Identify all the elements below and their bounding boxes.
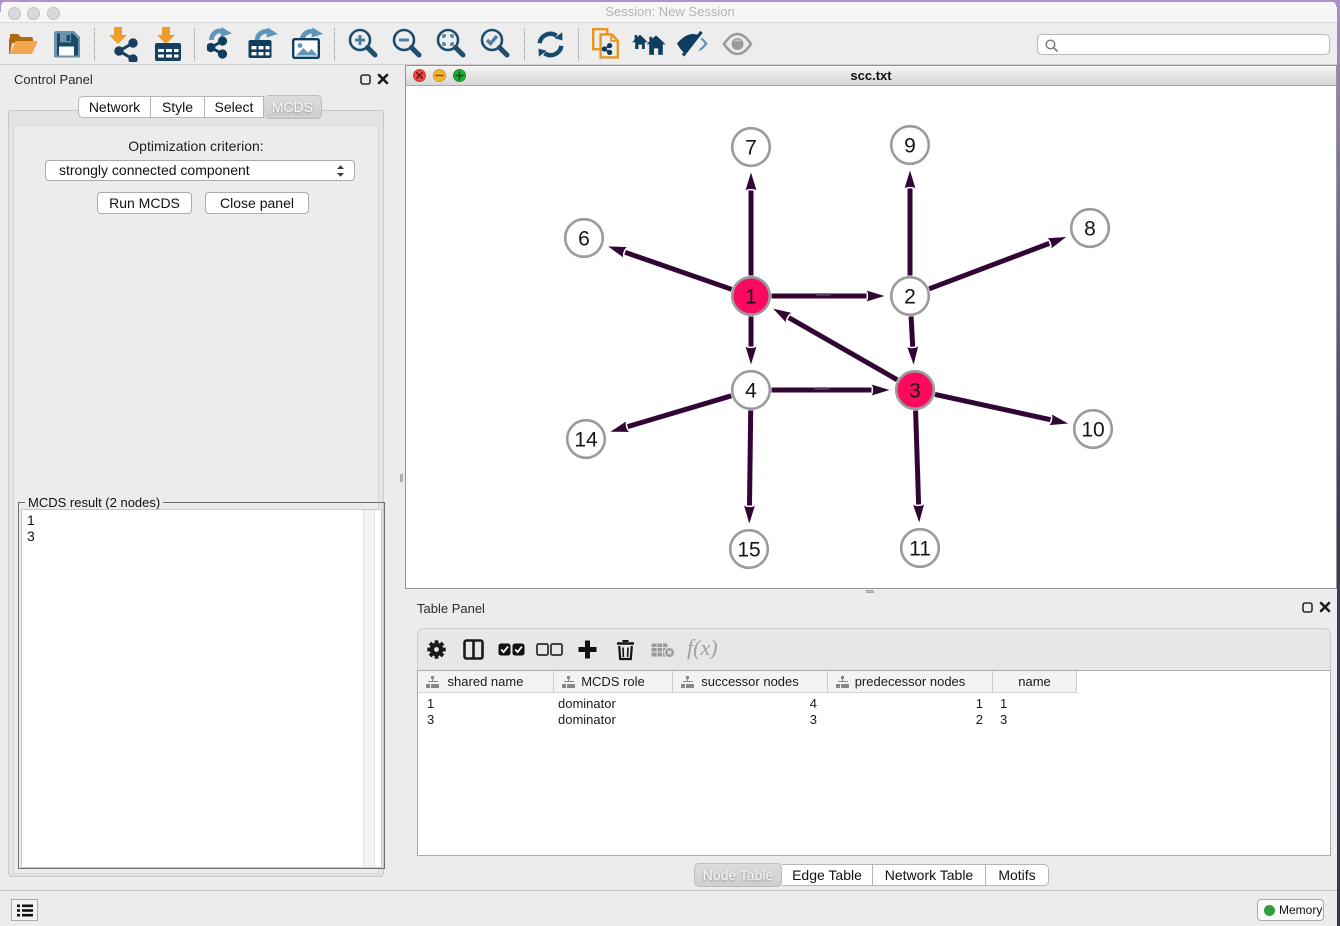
svg-text:8: 8 <box>1084 218 1096 241</box>
svg-text:3: 3 <box>909 380 921 403</box>
svg-text:15: 15 <box>737 539 760 562</box>
svg-text:10: 10 <box>1081 419 1104 442</box>
svg-text:4: 4 <box>745 380 757 403</box>
svg-text:6: 6 <box>578 228 590 251</box>
svg-text:14: 14 <box>574 429 598 452</box>
svg-text:9: 9 <box>904 135 916 158</box>
svg-text:11: 11 <box>909 538 931 561</box>
svg-text:2: 2 <box>904 286 916 309</box>
svg-text:1: 1 <box>745 286 757 309</box>
svg-text:7: 7 <box>745 137 757 160</box>
